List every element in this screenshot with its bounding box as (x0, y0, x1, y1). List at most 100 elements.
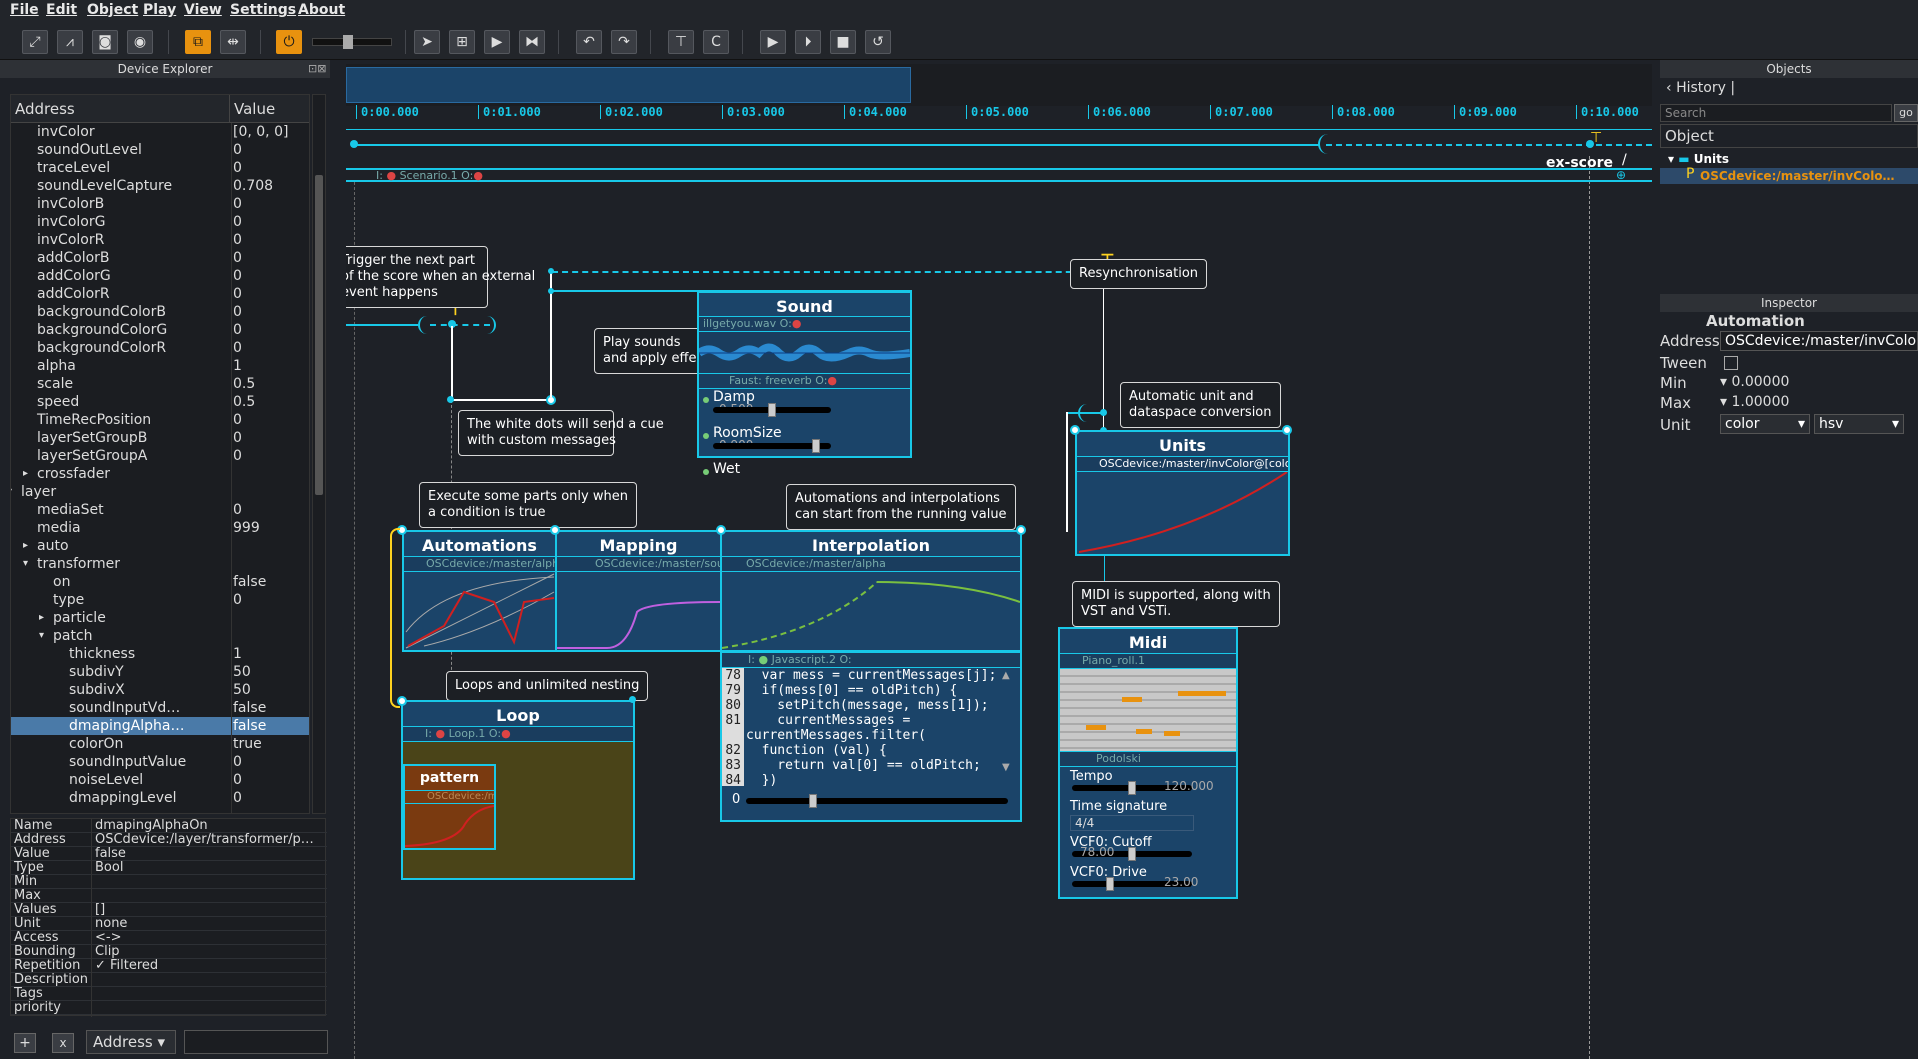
tree-row[interactable]: colorOn true (11, 735, 309, 753)
device-tree[interactable]: Address Value invColor [0, 0, 0] soundOutL… (10, 94, 310, 814)
tree-row-value[interactable]: 0 (233, 213, 242, 231)
add-button[interactable]: + (14, 1033, 36, 1053)
pointer-icon[interactable]: ➤ (414, 30, 440, 54)
stop-icon[interactable]: ■ (830, 30, 856, 54)
tree-row[interactable]: soundLevelCapture 0.708 (11, 177, 309, 195)
tree-row[interactable]: invColor [0, 0, 0] (11, 123, 309, 141)
play-from-icon[interactable]: ⏵ (795, 30, 821, 54)
midi-note[interactable] (1164, 731, 1180, 736)
tree-row-value[interactable]: 0 (233, 501, 242, 519)
tree-row[interactable]: ▸ auto (11, 537, 309, 555)
expand-arrow-icon[interactable]: ▸ (23, 465, 28, 483)
menu-settings[interactable]: Settings (230, 2, 296, 18)
address-field[interactable]: OSCdevice:/master/invColor( (1720, 331, 1918, 351)
tree-row-value[interactable]: 0 (233, 249, 242, 267)
property-value[interactable]: none (95, 917, 325, 931)
js-slider-knob[interactable] (808, 794, 817, 808)
tree-row[interactable]: subdivY 50 (11, 663, 309, 681)
max-spinbox[interactable]: ▾ 1.00000 (1720, 394, 1789, 410)
tree-row[interactable]: type 0 (11, 591, 309, 609)
sync-dot-2[interactable] (548, 288, 554, 294)
col-address[interactable]: Address (15, 95, 75, 123)
pattern-box[interactable]: pattern OSCdevice:/m (403, 764, 496, 850)
tree-row-value[interactable]: 0 (233, 339, 242, 357)
select-all-icon[interactable]: ⧉ (185, 30, 211, 54)
tree-row[interactable]: TimeRecPosition 0 (11, 411, 309, 429)
trigger-icon[interactable]: ⊤ (1590, 130, 1602, 146)
loop-end-dot[interactable] (629, 696, 636, 703)
interpolation-box[interactable]: Interpolation OSCdevice:/master/alpha (720, 530, 1022, 652)
expand-arrow-icon[interactable]: ▾ (11, 483, 12, 501)
property-value[interactable]: ✓ Filtered (95, 959, 325, 973)
javascript-box[interactable]: I: ● Javascript.2 O: 78 var mess = curre… (720, 650, 1022, 822)
tree-row[interactable]: soundOutLevel 0 (11, 141, 309, 159)
midi-note[interactable] (1086, 725, 1106, 730)
tree-row[interactable]: ▸ crossfader (11, 465, 309, 483)
tree-child[interactable]: OSCdevice:/master/invColo… (1660, 168, 1918, 184)
property-value[interactable]: [] (95, 903, 325, 917)
tree-row[interactable]: soundInputValue 0 (11, 753, 309, 771)
param-slider[interactable] (713, 439, 831, 453)
mapping-process[interactable]: OSCdevice:/master/sound (557, 556, 720, 572)
tween-checkbox[interactable] (1724, 356, 1738, 370)
score-canvas[interactable]: 0:00.000 0:01.000 0:02.000 0:03.000 0:04.000… (346, 60, 1652, 1059)
tree-row-value[interactable]: 0 (233, 753, 242, 771)
midi-note[interactable] (1178, 691, 1226, 696)
units-start-dot[interactable] (1070, 425, 1080, 435)
tree-row[interactable]: backgroundColorB 0 (11, 303, 309, 321)
filter-input[interactable] (184, 1030, 328, 1054)
tree-row[interactable]: alpha 1 (11, 357, 309, 375)
sound-process[interactable]: illgetyou.wav O:● (699, 316, 910, 332)
min-spinbox[interactable]: ▾ 0.00000 (1720, 374, 1789, 390)
tree-row-value[interactable]: 0 (233, 267, 242, 285)
mapping-box[interactable]: Mapping OSCdevice:/master/sound (555, 530, 722, 652)
tree-row[interactable]: invColorB 0 (11, 195, 309, 213)
tree-row[interactable]: speed 0.5 (11, 393, 309, 411)
tree-row-value[interactable]: 0 (233, 231, 242, 249)
units-end-dot[interactable] (1282, 425, 1292, 435)
redo-icon[interactable]: ↷ (611, 30, 637, 54)
split-icon[interactable]: ⇹ (220, 30, 246, 54)
tree-row[interactable]: layerSetGroupB 0 (11, 429, 309, 447)
tree-row[interactable]: backgroundColorG 0 (11, 321, 309, 339)
minimap[interactable] (346, 64, 1652, 106)
tree-row[interactable]: layerSetGroupA 0 (11, 447, 309, 465)
interpolation-process[interactable]: OSCdevice:/master/alpha (722, 556, 1020, 572)
code-line[interactable]: 79 if(mess[0] == oldPitch) { (722, 683, 1000, 698)
tree-row-value[interactable]: 0 (233, 159, 242, 177)
tree-row-value[interactable]: 0 (233, 429, 242, 447)
tree-row-value[interactable]: 0 (233, 285, 242, 303)
condition-bracket[interactable] (1318, 134, 1332, 154)
mapping-start-dot[interactable] (550, 525, 560, 535)
tree-row-value[interactable]: 0.708 (233, 177, 273, 195)
volume-knob[interactable] (343, 35, 353, 49)
property-value[interactable]: <-> (95, 931, 325, 945)
play-icon[interactable]: ▶ (760, 30, 786, 54)
expand-arrow-icon[interactable]: ▾ (23, 555, 28, 573)
tree-row[interactable]: ▾ patch (11, 627, 309, 645)
scroll-down-icon[interactable]: ▼ (1002, 762, 1010, 773)
tree-row[interactable]: backgroundColorR 0 (11, 339, 309, 357)
code-line[interactable]: 81 currentMessages = (722, 713, 1000, 728)
param-port-icon[interactable] (703, 397, 709, 403)
tree-row[interactable]: addColorG 0 (11, 267, 309, 285)
tree-row[interactable]: traceLevel 0 (11, 159, 309, 177)
scenario-header[interactable]: I: ● Scenario.1 O:● (346, 168, 1652, 182)
trigger-icon[interactable]: ⊤ (668, 30, 694, 54)
tree-row-value[interactable]: 0 (233, 789, 242, 807)
tree-row[interactable]: ▾ transformer (11, 555, 309, 573)
tree-row-value[interactable]: 0 (233, 195, 242, 213)
tree-row-value[interactable]: 0 (233, 321, 242, 339)
col-value[interactable]: Value (229, 95, 275, 123)
tree-row-value[interactable]: 0 (233, 591, 242, 609)
tree-row[interactable]: mediaSet 0 (11, 501, 309, 519)
scale-icon[interactable]: ⤢ (22, 30, 48, 54)
pattern-process[interactable]: OSCdevice:/m (405, 790, 494, 804)
new-box-icon[interactable]: ⊞ (449, 30, 475, 54)
code-editor[interactable]: 78 var mess = currentMessages[j]; 79 if(m… (722, 668, 1000, 786)
automation-process[interactable]: OSCdevice:/master/alpha (404, 556, 555, 572)
resync-dot-2[interactable] (1100, 409, 1107, 416)
cue-dot-left[interactable] (447, 396, 454, 403)
tree-row[interactable]: scale 0.5 (11, 375, 309, 393)
tree-row-value[interactable]: 50 (233, 681, 251, 699)
